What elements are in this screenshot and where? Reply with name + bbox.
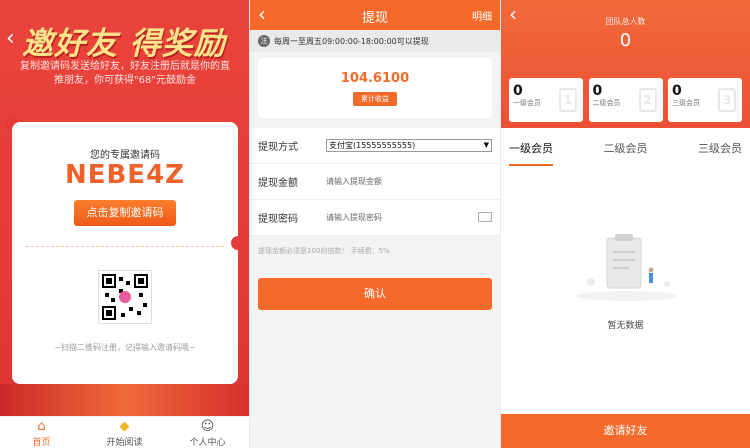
tab-label: 开始阅读 <box>106 438 143 448</box>
invite-description: 复制邀请码发送给好友，好友注册后就是你的直推朋友，你可获得"68"元鼓励金 <box>20 61 230 86</box>
detail-link[interactable]: 明细 <box>472 8 492 23</box>
ticket-notch-right <box>231 236 245 250</box>
tab-label: 个人中心 <box>189 438 226 448</box>
level-badge-icon: 2 <box>638 88 657 112</box>
balance-amount: 104.6100 <box>340 71 410 86</box>
password-input[interactable]: 请输入提现密码 <box>326 212 382 223</box>
method-label: 提现方式 <box>258 142 298 153</box>
page-title: 提现 <box>361 11 388 26</box>
balance-label: 累计收益 <box>353 92 397 106</box>
level-card-1: 0 一级会员 1 <box>509 78 583 122</box>
home-icon: ⌂ <box>37 419 46 434</box>
level-cards: 0 一级会员 1 0 二级会员 2 0 三级会员 3 <box>509 78 742 122</box>
method-row: 提现方式 支付宝(15555555555) ▼ <box>250 128 500 164</box>
hero-title: 邀好友 得奖励 <box>22 26 226 62</box>
amount-row: 提现金额 请输入提现金额 <box>250 164 500 200</box>
amount-label: 提现金额 <box>258 178 298 189</box>
qr-hint: ~扫描二维码注册，记得输入邀请码哦~ <box>54 343 196 352</box>
notice-bar: 注 每周一至周五09:00:00-18:00:00可以提现 <box>250 30 500 52</box>
level-badge-icon: 1 <box>559 88 577 112</box>
dropdown-arrow-icon: ▼ <box>483 141 489 149</box>
empty-state-text: 暂无数据 <box>607 321 644 331</box>
team-total-value: 0 <box>619 30 632 51</box>
method-select[interactable]: 支付宝(15555555555) ▼ <box>326 139 492 152</box>
withdraw-hint: 提现金额必须是100的倍数！ 手续费：5% <box>258 247 390 255</box>
level-card-2: 0 二级会员 2 <box>588 78 663 122</box>
copy-code-button[interactable]: 点击复制邀请码 <box>74 200 176 226</box>
level-tabs: 一级会员 二级会员 三级会员 <box>501 140 750 166</box>
confirm-button[interactable]: 确认 <box>258 278 492 310</box>
card-divider <box>26 246 224 247</box>
notice-text: 每周一至周五09:00:00-18:00:00可以提现 <box>274 36 429 46</box>
tab-bar: ⌂ 首页 ◆ 开始阅读 ☺ 个人中心 <box>0 416 249 448</box>
level-card-3: 0 三级会员 3 <box>668 78 742 122</box>
withdraw-screen: ‹ 提现 明细 注 每周一至周五09:00:00-18:00:00可以提现 10… <box>250 0 500 448</box>
tab-reading[interactable]: ◆ 开始阅读 <box>83 417 166 448</box>
level-badge-icon: 3 <box>718 88 736 112</box>
tab-home[interactable]: ⌂ 首页 <box>0 417 83 448</box>
withdraw-form: 提现方式 支付宝(15555555555) ▼ 提现金额 请输入提现金额 提现密… <box>250 128 500 236</box>
team-total-label: 团队总人数 <box>605 17 646 26</box>
tab-level-2[interactable]: 二级会员 <box>604 140 648 166</box>
notice-tag: 注 <box>258 35 270 47</box>
invite-card: 您的专属邀请码 NEBE4Z 点击复制邀请码 ~扫描二维码注册，记得输入邀请码哦… <box>12 122 238 384</box>
invite-screen: ‹ 邀好友 得奖励 复制邀请码发送给好友，好友注册后就是你的直推朋友，你可获得"… <box>0 0 249 448</box>
qr-code-icon <box>98 270 152 324</box>
team-screen: ‹ 团队总人数 0 0 一级会员 1 0 二级会员 2 0 三级会员 3 一级会… <box>501 0 750 448</box>
tab-level-1[interactable]: 一级会员 <box>509 140 553 166</box>
tab-label: 首页 <box>32 438 51 448</box>
user-icon: ☺ <box>200 419 215 434</box>
decor-gifts <box>0 384 249 416</box>
amount-input[interactable]: 请输入提现金额 <box>326 176 382 187</box>
password-row: 提现密码 请输入提现密码 <box>250 200 500 236</box>
empty-clipboard-icon <box>576 234 676 301</box>
invite-friends-button[interactable]: 邀请好友 <box>501 414 750 448</box>
keyboard-icon[interactable] <box>478 212 492 222</box>
password-label: 提现密码 <box>258 214 298 225</box>
method-value: 支付宝(15555555555) <box>329 141 416 150</box>
nav-bar: ‹ 提现 明细 <box>250 0 500 30</box>
balance-card: 104.6100 累计收益 <box>258 58 492 118</box>
tab-profile[interactable]: ☺ 个人中心 <box>166 417 249 448</box>
tab-level-3[interactable]: 三级会员 <box>698 140 742 166</box>
invite-code: NEBE4Z <box>64 160 186 190</box>
diamond-icon: ◆ <box>119 419 130 434</box>
code-title: 您的专属邀请码 <box>90 150 160 161</box>
back-chevron-icon[interactable]: ‹ <box>6 26 15 51</box>
